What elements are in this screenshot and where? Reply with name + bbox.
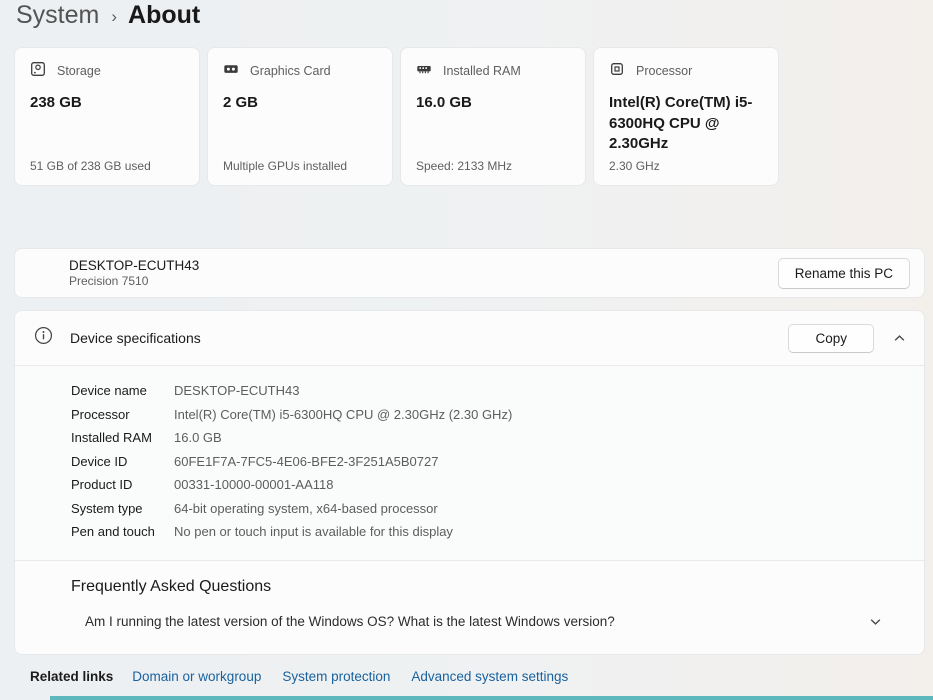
ram-card-footer: Speed: 2133 MHz xyxy=(416,159,513,173)
storage-icon xyxy=(30,61,46,80)
processor-card-value: Intel(R) Core(TM) i5-6300HQ CPU @ 2.30GH… xyxy=(609,94,753,153)
spec-row-pen-and-touch: Pen and touch No pen or touch input is av… xyxy=(71,524,453,539)
graphics-card-footer: Multiple GPUs installed xyxy=(223,159,348,173)
device-specifications-title: Device specifications xyxy=(70,330,201,346)
related-links: Related links Domain or workgroup System… xyxy=(30,669,589,684)
link-advanced-system-settings[interactable]: Advanced system settings xyxy=(411,669,568,684)
device-name-card: DESKTOP-ECUTH43 Precision 7510 Rename th… xyxy=(14,248,925,298)
link-domain-or-workgroup[interactable]: Domain or workgroup xyxy=(132,669,261,684)
summary-cards: Storage 238 GB 51 GB of 238 GB used Grap… xyxy=(14,47,779,186)
bottom-accent-bar xyxy=(50,696,933,700)
copy-button[interactable]: Copy xyxy=(788,323,874,353)
processor-card-label: Processor xyxy=(636,63,693,78)
breadcrumb: System › About xyxy=(16,1,200,30)
graphics-card-icon xyxy=(223,61,239,80)
graphics-card: Graphics Card 2 GB Multiple GPUs install… xyxy=(207,47,393,186)
storage-card: Storage 238 GB 51 GB of 238 GB used xyxy=(14,47,200,186)
device-name: DESKTOP-ECUTH43 xyxy=(69,258,200,273)
spec-row-device-name: Device name DESKTOP-ECUTH43 xyxy=(71,383,300,398)
breadcrumb-system[interactable]: System xyxy=(16,1,99,30)
related-links-title: Related links xyxy=(30,669,114,684)
processor-card: Processor Intel(R) Core(TM) i5-6300HQ CP… xyxy=(593,47,779,186)
storage-card-value: 238 GB xyxy=(30,94,82,111)
faq-title: Frequently Asked Questions xyxy=(71,577,272,595)
faq-question-row[interactable]: Am I running the latest version of the W… xyxy=(71,613,908,630)
graphics-card-label: Graphics Card xyxy=(250,63,331,78)
storage-card-label: Storage xyxy=(57,63,101,78)
faq-section: Frequently Asked Questions Am I running … xyxy=(15,561,924,630)
spec-row-product-id: Product ID 00331-10000-00001-AA118 xyxy=(71,477,334,492)
faq-question-text: Am I running the latest version of the W… xyxy=(85,613,615,629)
spec-row-processor: Processor Intel(R) Core(TM) i5-6300HQ CPU… xyxy=(71,406,513,422)
breadcrumb-separator-icon: › xyxy=(111,6,118,26)
chevron-down-icon[interactable] xyxy=(867,613,884,630)
ram-card-value: 16.0 GB xyxy=(416,94,472,111)
device-identity: DESKTOP-ECUTH43 Precision 7510 xyxy=(69,257,199,289)
spec-row-device-id: Device ID 60FE1F7A-7FC5-4E06-BFE2-3F251A5… xyxy=(71,453,439,469)
ram-icon xyxy=(416,61,432,80)
device-specifications-panel: Device specifications Copy Device name DE… xyxy=(14,310,925,655)
info-icon xyxy=(34,326,53,350)
rename-pc-button[interactable]: Rename this PC xyxy=(777,257,910,289)
spec-row-installed-ram: Installed RAM 16.0 GB xyxy=(71,430,222,445)
page-title: About xyxy=(128,1,201,29)
spec-row-system-type: System type 64-bit operating system, x64-… xyxy=(71,500,438,516)
processor-card-footer: 2.30 GHz xyxy=(609,159,660,173)
device-model: Precision 7510 xyxy=(69,274,149,288)
storage-card-footer: 51 GB of 238 GB used xyxy=(30,159,151,173)
processor-icon xyxy=(609,61,625,80)
graphics-card-value: 2 GB xyxy=(223,94,259,111)
device-specifications-expander[interactable]: Device specifications Copy xyxy=(15,311,924,365)
ram-card-label: Installed RAM xyxy=(443,63,521,78)
specs-table: Device name DESKTOP-ECUTH43 Processor Inte… xyxy=(15,366,924,560)
ram-card: Installed RAM 16.0 GB Speed: 2133 MHz xyxy=(400,47,586,186)
chevron-up-icon[interactable] xyxy=(891,330,908,347)
link-system-protection[interactable]: System protection xyxy=(282,669,390,684)
